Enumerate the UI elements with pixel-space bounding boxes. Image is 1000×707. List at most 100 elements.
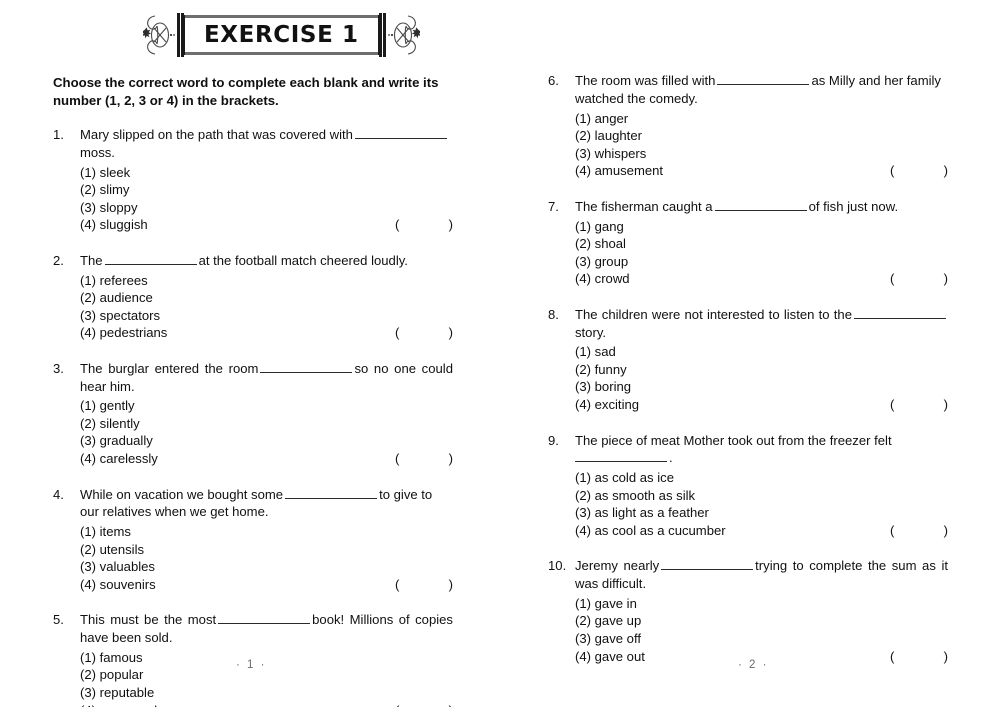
answer-blank[interactable] — [354, 126, 447, 140]
exercise-banner: EXERCISE 1 — [0, 12, 1000, 58]
option-item[interactable]: (3) spectators — [80, 307, 453, 325]
option-item[interactable]: (2) gave up — [575, 612, 948, 630]
answer-blank[interactable] — [661, 557, 754, 571]
question-number: 1. — [53, 127, 64, 142]
answer-blank[interactable] — [854, 306, 946, 319]
option-label: (1) as cold as ice — [575, 470, 674, 486]
option-label: (1) sleek — [80, 164, 131, 180]
question-item: 1. Mary slipped on the path that was cove… — [53, 126, 453, 234]
answer-blank[interactable] — [104, 252, 197, 265]
answer-blank[interactable] — [714, 198, 807, 211]
answer-blank[interactable] — [717, 72, 810, 86]
option-item[interactable]: (1) sleek — [80, 164, 453, 182]
option-item[interactable]: (2) shoal — [575, 235, 948, 253]
option-label: (1) gave in — [575, 595, 637, 611]
option-item[interactable]: (4) renowned () — [80, 702, 453, 707]
option-label: (3) whispers — [575, 145, 647, 161]
stem-text-before-blank: The room was filled with — [575, 73, 716, 89]
option-item[interactable]: (1) gave in — [575, 595, 948, 613]
option-item[interactable]: (1) gang — [575, 218, 948, 236]
option-item[interactable]: (4) pedestrians () — [80, 324, 453, 342]
question-item: 9. The piece of meat Mother took out from… — [548, 432, 948, 540]
answer-bracket[interactable]: () — [395, 702, 453, 707]
option-item[interactable]: (4) as cool as a cucumber () — [575, 522, 948, 540]
answer-bracket[interactable]: () — [395, 324, 453, 342]
answer-bracket[interactable]: () — [395, 576, 453, 594]
question-stem: While on vacation we bought some to give … — [80, 486, 453, 522]
option-item[interactable]: (3) valuables — [80, 558, 453, 576]
option-item[interactable]: (2) audience — [80, 289, 453, 307]
bracket-close: ) — [943, 271, 948, 287]
bracket-open: ( — [890, 163, 895, 179]
answer-bracket[interactable]: () — [395, 450, 453, 468]
bracket-close: ) — [448, 217, 453, 233]
option-list: (1) items (2) utensils (3) valuables (4) so… — [80, 523, 453, 593]
option-item[interactable]: (3) reputable — [80, 684, 453, 702]
option-label: (2) gave up — [575, 613, 642, 629]
option-item[interactable]: (4) sluggish () — [80, 216, 453, 234]
option-item[interactable]: (3) gradually — [80, 432, 453, 450]
option-label: (4) carelessly — [80, 450, 158, 466]
option-item[interactable]: (1) as cold as ice — [575, 469, 948, 487]
option-item[interactable]: (3) gave off — [575, 630, 948, 648]
bracket-open: ( — [395, 576, 400, 592]
option-item[interactable]: (4) exciting () — [575, 396, 948, 414]
question-number: 10. — [548, 558, 567, 574]
answer-bracket[interactable]: () — [890, 396, 948, 414]
bracket-close: ) — [943, 163, 948, 179]
option-label: (2) popular — [80, 667, 144, 683]
stem-text-before-blank: While on vacation we bought some — [80, 486, 284, 502]
option-item[interactable]: (3) as light as a feather — [575, 504, 948, 522]
option-item[interactable]: (3) sloppy — [80, 199, 453, 217]
option-label: (4) sluggish — [80, 217, 148, 233]
option-item[interactable]: (1) items — [80, 523, 453, 541]
option-list: (1) gave in (2) gave up (3) gave off (4) ga… — [575, 595, 948, 665]
question-number: 6. — [548, 73, 559, 88]
question-number: 3. — [53, 360, 64, 376]
option-item[interactable]: (3) group — [575, 253, 948, 271]
option-item[interactable]: (2) utensils — [80, 541, 453, 559]
answer-bracket[interactable]: () — [890, 648, 948, 666]
option-item[interactable]: (4) souvenirs () — [80, 576, 453, 594]
option-item[interactable]: (4) amusement () — [575, 162, 948, 180]
option-item[interactable]: (3) boring — [575, 378, 948, 396]
answer-blank[interactable] — [218, 611, 311, 625]
option-item[interactable]: (2) laughter — [575, 127, 948, 145]
option-label: (2) laughter — [575, 128, 642, 144]
answer-bracket[interactable]: () — [890, 522, 948, 540]
answer-blank[interactable] — [285, 486, 378, 499]
stem-text-before-blank: Mary slipped on the path that was covere… — [80, 127, 353, 143]
option-item[interactable]: (1) famous — [80, 649, 453, 667]
option-item[interactable]: (4) carelessly () — [80, 450, 453, 468]
bracket-close: ) — [943, 522, 948, 538]
question-item: 4. While on vacation we bought some to giv… — [53, 486, 453, 594]
question-stem: Jeremy nearly trying to complete the sum … — [575, 557, 948, 593]
bracket-close: ) — [448, 576, 453, 592]
question-stem: The children were not interested to list… — [575, 306, 948, 342]
bracket-open: ( — [395, 217, 400, 233]
question-body: Mary slipped on the path that was covere… — [80, 126, 453, 234]
option-item[interactable]: (1) gently — [80, 397, 453, 415]
option-item[interactable]: (4) crowd () — [575, 270, 948, 288]
option-item[interactable]: (2) funny — [575, 361, 948, 379]
answer-bracket[interactable]: () — [890, 270, 948, 288]
answer-blank[interactable] — [575, 449, 667, 463]
bracket-close: ) — [448, 450, 453, 466]
option-item[interactable]: (1) anger — [575, 110, 948, 128]
answer-blank[interactable] — [260, 360, 353, 373]
option-item[interactable]: (2) popular — [80, 666, 453, 684]
option-label: (3) sloppy — [80, 199, 138, 215]
bracket-close: ) — [449, 702, 453, 707]
bracket-open: ( — [890, 271, 895, 287]
answer-bracket[interactable]: () — [395, 216, 453, 234]
option-item[interactable]: (2) slimy — [80, 181, 453, 199]
option-item[interactable]: (2) as smooth as silk — [575, 487, 948, 505]
option-label: (1) items — [80, 524, 131, 540]
option-item[interactable]: (1) referees — [80, 272, 453, 290]
option-label: (3) boring — [575, 379, 632, 395]
option-list: (1) anger (2) laughter (3) whispers (4) amu… — [575, 110, 948, 180]
answer-bracket[interactable]: () — [890, 162, 948, 180]
option-item[interactable]: (3) whispers — [575, 145, 948, 163]
option-item[interactable]: (1) sad — [575, 343, 948, 361]
option-item[interactable]: (2) silently — [80, 415, 453, 433]
